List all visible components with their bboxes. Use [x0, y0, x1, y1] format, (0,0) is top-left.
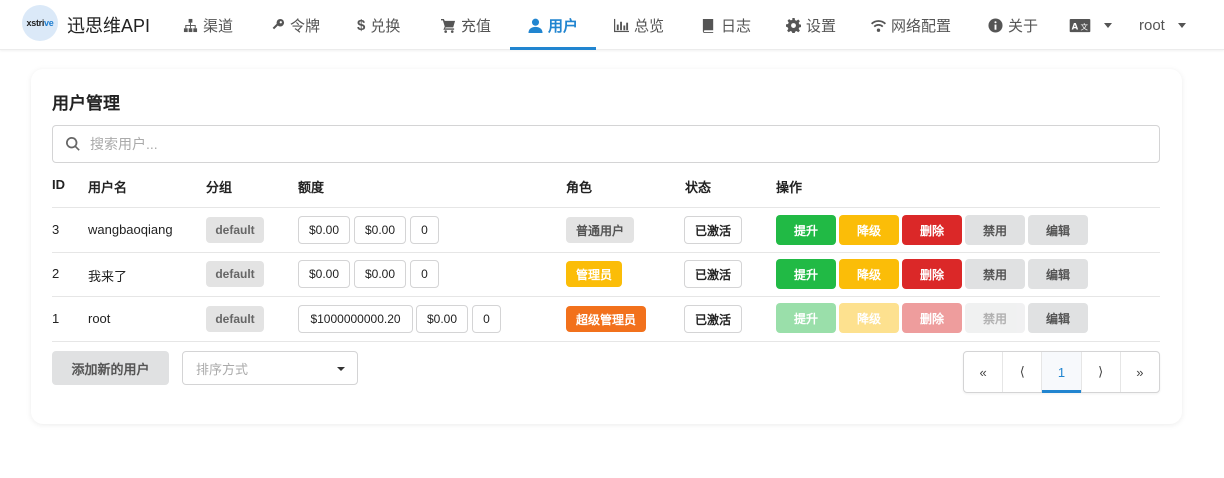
quota-remaining: $1000000000.20	[298, 305, 413, 333]
username: 我来了	[88, 269, 128, 284]
table-divider	[52, 341, 1160, 342]
nav-item-users[interactable]: 用户	[528, 0, 578, 50]
chevron-down-icon	[1177, 22, 1186, 28]
edit-button[interactable]: 编辑	[1028, 303, 1088, 333]
column-header-id[interactable]: ID	[52, 177, 65, 192]
demote-button[interactable]: 降级	[839, 303, 899, 333]
chevron-down-icon	[337, 367, 345, 371]
status-badge: 已激活	[684, 305, 742, 333]
quota-used: $0.00	[354, 260, 406, 288]
column-header-quota[interactable]: 额度	[298, 177, 324, 196]
search-input[interactable]	[90, 136, 990, 152]
status-badge: 已激活	[684, 216, 742, 244]
quota-used: $0.00	[416, 305, 468, 333]
dollar-icon: $	[357, 16, 366, 34]
group-badge: default	[206, 306, 264, 332]
group-badge: default	[206, 261, 264, 287]
column-header-group[interactable]: 分组	[206, 177, 232, 196]
request-count: 0	[472, 305, 501, 333]
active-tab-indicator	[510, 47, 596, 50]
status-badge: 已激活	[684, 260, 742, 288]
nav-item-logs[interactable]: 日志	[701, 0, 751, 50]
nav-item-tokens[interactable]: 令牌	[270, 0, 320, 50]
bar-chart-icon	[614, 18, 629, 32]
user-icon	[528, 18, 543, 33]
language-icon: A文	[1069, 18, 1091, 32]
search-icon	[66, 137, 80, 151]
account-menu[interactable]: root	[1139, 0, 1186, 50]
pagination: « ⟨ 1 ⟩ »	[963, 351, 1160, 393]
disable-button[interactable]: 禁用	[965, 215, 1025, 245]
column-header-username[interactable]: 用户名	[88, 177, 127, 196]
role-badge: 普通用户	[566, 217, 634, 243]
quota-remaining: $0.00	[298, 260, 350, 288]
sitemap-icon	[183, 18, 198, 32]
user-id: 1	[52, 311, 60, 326]
request-count: 0	[410, 260, 439, 288]
chevron-down-icon	[1104, 22, 1112, 28]
brand-logo[interactable]: xstri ve	[22, 5, 58, 41]
delete-button[interactable]: 删除	[902, 259, 962, 289]
promote-button[interactable]: 提升	[776, 303, 836, 333]
table-divider	[52, 252, 1160, 253]
user-id: 3	[52, 222, 60, 237]
book-icon	[702, 18, 714, 33]
role-badge: 管理员	[566, 261, 622, 287]
delete-button[interactable]: 删除	[902, 303, 962, 333]
key-icon	[272, 18, 285, 29]
info-icon	[988, 17, 1003, 33]
quota-used: $0.00	[354, 216, 406, 244]
search-bar[interactable]	[52, 125, 1160, 163]
edit-button[interactable]: 编辑	[1028, 259, 1088, 289]
nav-item-redeem[interactable]: $ 兑换	[357, 0, 400, 50]
request-count: 0	[410, 216, 439, 244]
nav-item-settings[interactable]: 设置	[786, 0, 836, 50]
promote-button[interactable]: 提升	[776, 215, 836, 245]
sort-placeholder: 排序方式	[196, 361, 249, 377]
pagination-prev[interactable]: ⟨	[1003, 352, 1043, 392]
column-header-actions: 操作	[776, 180, 803, 195]
nav-item-about[interactable]: 关于	[988, 0, 1038, 50]
svg-text:文: 文	[1080, 21, 1088, 31]
nav-item-overview[interactable]: 总览	[614, 0, 664, 50]
promote-button[interactable]: 提升	[776, 259, 836, 289]
nav-item-network[interactable]: 网络配置	[871, 0, 951, 50]
role-badge: 超级管理员	[566, 306, 646, 332]
user-management-card: 用户管理 ID 用户名 分组 额度 角色 状态 操作 3 wangbaoqian…	[31, 69, 1182, 424]
nav-item-topup[interactable]: 充值	[441, 0, 491, 50]
column-header-role[interactable]: 角色	[566, 177, 592, 196]
column-header-status[interactable]: 状态	[685, 177, 711, 196]
disable-button[interactable]: 禁用	[965, 259, 1025, 289]
sort-dropdown[interactable]: 排序方式	[182, 351, 358, 385]
table-divider	[52, 296, 1160, 297]
wifi-icon	[871, 19, 886, 32]
add-user-button[interactable]: 添加新的用户	[52, 351, 169, 385]
username: wangbaoqiang	[88, 222, 173, 237]
pagination-last[interactable]: »	[1121, 352, 1159, 392]
quota-remaining: $0.00	[298, 216, 350, 244]
username: root	[88, 311, 111, 326]
user-id: 2	[52, 266, 60, 281]
nav-item-channels[interactable]: 渠道	[183, 0, 233, 50]
pagination-first[interactable]: «	[964, 352, 1004, 392]
edit-button[interactable]: 编辑	[1028, 215, 1088, 245]
pagination-page-1[interactable]: 1	[1042, 352, 1082, 393]
table-divider	[52, 207, 1160, 208]
top-nav-bar: xstri ve 迅思维API 渠道 令牌 $ 兑换 充值 用户 总览 日志 设置…	[0, 0, 1224, 50]
disable-button[interactable]: 禁用	[965, 303, 1025, 333]
svg-text:A: A	[1072, 21, 1079, 31]
brand-name[interactable]: 迅思维API	[67, 12, 150, 38]
page-title: 用户管理	[52, 94, 120, 113]
demote-button[interactable]: 降级	[839, 215, 899, 245]
language-switcher[interactable]: A文	[1069, 0, 1112, 50]
demote-button[interactable]: 降级	[839, 259, 899, 289]
group-badge: default	[206, 217, 264, 243]
delete-button[interactable]: 删除	[902, 215, 962, 245]
cart-icon	[441, 18, 456, 33]
gear-icon	[786, 17, 801, 33]
pagination-next[interactable]: ⟩	[1082, 352, 1121, 392]
